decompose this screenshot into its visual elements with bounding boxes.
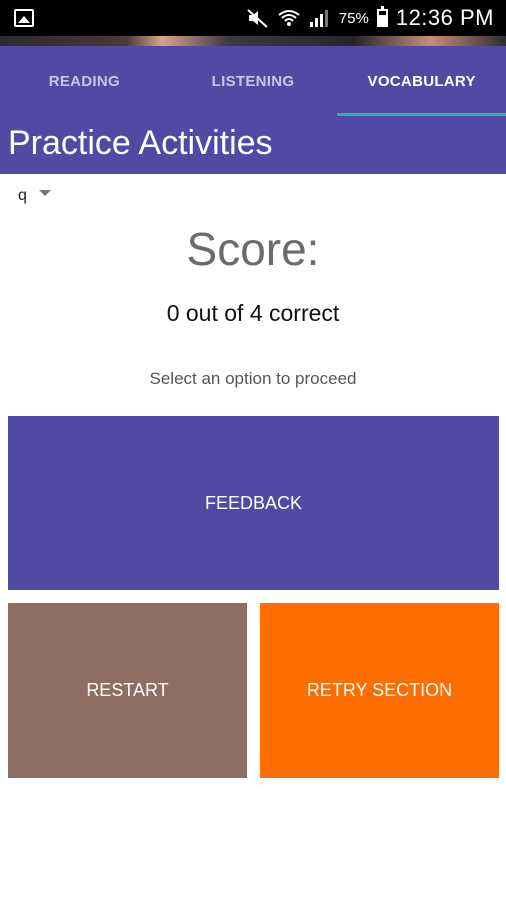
tab-listening[interactable]: LISTENING <box>169 46 338 116</box>
restart-button[interactable]: RESTART <box>8 603 247 778</box>
page-title: Practice Activities <box>8 124 273 162</box>
signal-icon <box>309 10 328 27</box>
tab-reading[interactable]: READING <box>0 46 169 116</box>
toolbar: Practice Activities <box>0 116 506 174</box>
mute-icon <box>247 9 268 28</box>
tab-vocabulary[interactable]: VOCABULARY <box>337 46 506 116</box>
battery-percent: 75% <box>338 9 369 27</box>
gallery-icon <box>14 9 34 27</box>
status-bar: 75% 12:36 PM <box>0 0 506 36</box>
selector-value: q <box>18 187 27 204</box>
score-title: Score: <box>186 223 320 275</box>
clock: 12:36 PM <box>395 5 494 30</box>
proceed-prompt: Select an option to proceed <box>149 369 357 388</box>
wifi-icon <box>278 10 300 26</box>
tab-bar: READING LISTENING VOCABULARY <box>0 46 506 116</box>
feedback-button[interactable]: FEEDBACK <box>8 416 499 590</box>
status-icons: 75% 12:36 PM <box>247 0 494 36</box>
chevron-down-icon <box>38 190 51 196</box>
retry-section-button[interactable]: RETRY SECTION <box>260 603 499 778</box>
header-image-strip <box>0 36 506 46</box>
score-value: 0 out of 4 correct <box>166 300 340 326</box>
section-selector[interactable]: q <box>18 187 51 205</box>
battery-icon <box>376 6 388 27</box>
